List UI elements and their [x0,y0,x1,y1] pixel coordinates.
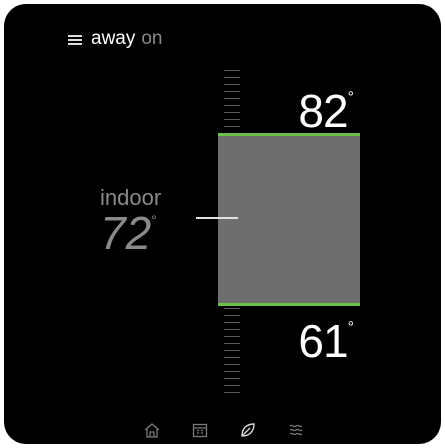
indoor-temperature-number: 72 [100,207,152,259]
indoor-temperature-marker [196,217,238,219]
scale-tick [224,385,240,386]
scale-tick [224,112,240,113]
fan-icon[interactable] [286,420,306,440]
scale-tick [224,119,240,120]
scale-tick [224,322,240,323]
away-mode-label: away [91,28,136,49]
scale-tick [224,315,240,316]
away-mode-toggle[interactable]: away on [68,28,163,50]
low-setpoint-value[interactable]: 61° [298,315,354,367]
away-mode-state: on [141,28,163,49]
calendar-icon[interactable] [190,420,210,440]
thermostat-screen: away on 82° 61° indoor 72° [4,4,441,444]
scale-tick [224,392,240,393]
scale-tick [224,98,240,99]
scale-tick [224,357,240,358]
high-setpoint-number: 82 [298,85,348,137]
leaf-icon[interactable] [238,420,258,440]
scale-tick [224,308,240,309]
degree-symbol: ° [151,212,157,228]
high-setpoint-value[interactable]: 82° [298,85,354,137]
degree-symbol: ° [347,319,354,336]
scale-tick [224,70,240,71]
low-setpoint-handle[interactable] [218,303,360,306]
menu-icon[interactable] [68,33,82,45]
scale-tick [224,371,240,372]
scale-tick [224,378,240,379]
low-setpoint-number: 61 [298,315,348,367]
home-icon[interactable] [142,420,162,440]
scale-tick [224,336,240,337]
setpoint-range[interactable] [218,134,360,304]
scale-tick [224,91,240,92]
scale-tick [224,105,240,106]
scale-tick [224,343,240,344]
bottom-nav [142,420,306,440]
scale-tick [224,126,240,127]
scale-tick [224,350,240,351]
scale-tick [224,364,240,365]
indoor-temperature: 72° [100,210,157,256]
scale-tick [224,329,240,330]
scale-tick [224,84,240,85]
degree-symbol: ° [347,89,354,106]
scale-tick [224,77,240,78]
